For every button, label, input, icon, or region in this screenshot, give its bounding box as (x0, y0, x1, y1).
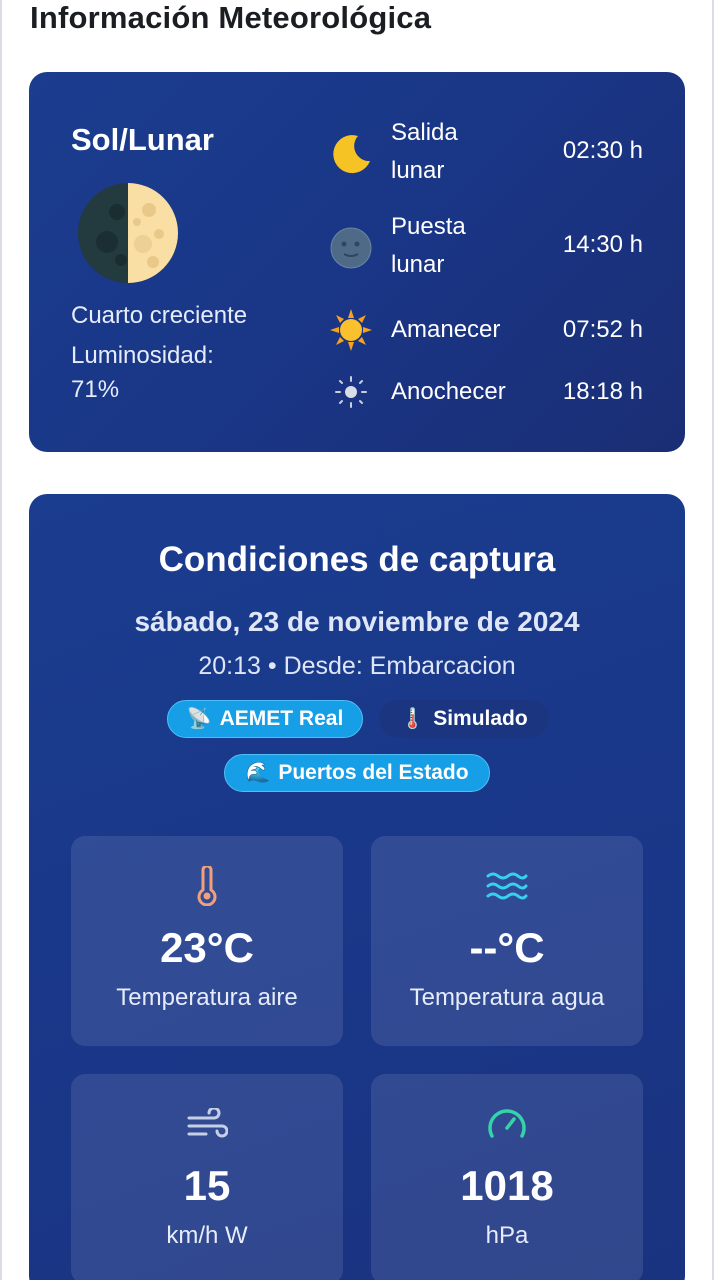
wind-unit-direction: km/h W (166, 1222, 248, 1249)
puertos-del-estado-badge: 🌊 Puertos del Estado (224, 754, 490, 792)
page-title: Información Meteorológica (30, 0, 432, 35)
simulated-label: Simulado (433, 707, 528, 730)
thermometer-icon (71, 864, 343, 908)
water-temperature-label: Temperatura agua (409, 984, 605, 1011)
aemet-real-label: AEMET Real (219, 707, 344, 730)
pressure-value: 1018 (460, 1162, 554, 1209)
pressure-tile: 1018 hPa (371, 1074, 643, 1280)
luminosity-label: Luminosidad: (71, 342, 214, 369)
moonset-label-line2: lunar (391, 251, 445, 278)
capture-conditions-card: Condiciones de captura sábado, 23 de nov… (29, 494, 685, 1280)
pressure-unit: hPa (485, 1222, 529, 1249)
sun-moon-title: Sol/Lunar (71, 122, 214, 157)
moonrise-row: Salida lunar 02:30 h (329, 114, 649, 194)
sunrise-time: 07:52 h (562, 316, 643, 343)
satellite-antenna-icon: 📡 (186, 708, 212, 730)
puertos-del-estado-label: Puertos del Estado (278, 761, 469, 784)
left-frame-border (0, 0, 2, 1280)
moonrise-label-line1: Salida (391, 119, 458, 146)
sunset-row: Anochecer 18:18 h (329, 370, 649, 414)
moonset-label-line1: Puesta (391, 213, 466, 240)
conditions-date: sábado, 23 de noviembre de 2024 (134, 606, 580, 637)
conditions-time-origin: 20:13 • Desde: Embarcacion (198, 652, 516, 680)
water-temperature-value: --°C (469, 924, 545, 971)
sunrise-label: Amanecer (391, 316, 501, 343)
moonrise-time: 02:30 h (562, 137, 643, 164)
moonset-time: 14:30 h (562, 231, 643, 258)
water-waves-icon (371, 864, 643, 908)
new-moon-face-icon (329, 226, 373, 270)
moonrise-label-line2: lunar (391, 157, 445, 184)
sunrise-row: Amanecer 07:52 h (329, 308, 649, 352)
moonset-row: Puesta lunar 14:30 h (329, 208, 649, 288)
water-temperature-tile: --°C Temperatura agua (371, 836, 643, 1046)
wind-tile: 15 km/h W (71, 1074, 343, 1280)
luminosity-value: 71% (71, 376, 120, 403)
thermometer-emoji-icon: 🌡️ (400, 708, 426, 730)
wind-icon (71, 1102, 343, 1146)
air-temperature-label: Temperatura aire (116, 984, 298, 1011)
water-wave-emoji-icon: 🌊 (245, 762, 271, 784)
sun-moon-card: Sol/Lunar Cuarto creciente Luminosidad: … (29, 72, 685, 452)
air-temperature-value: 23°C (160, 924, 254, 971)
crescent-moon-icon (329, 132, 373, 176)
moon-phase-icon (77, 182, 179, 284)
dim-sun-icon (329, 370, 373, 414)
gauge-icon (371, 1102, 643, 1146)
sun-icon (329, 308, 373, 352)
wind-speed-value: 15 (183, 1162, 231, 1209)
air-temperature-tile: 23°C Temperatura aire (71, 836, 343, 1046)
sunset-label: Anochecer (391, 378, 506, 405)
simulated-badge: 🌡️ Simulado (379, 700, 549, 738)
aemet-real-badge: 📡 AEMET Real (167, 700, 363, 738)
moon-phase-name: Cuarto creciente (71, 302, 248, 329)
sunset-time: 18:18 h (562, 378, 643, 405)
conditions-title: Condiciones de captura (158, 540, 556, 579)
